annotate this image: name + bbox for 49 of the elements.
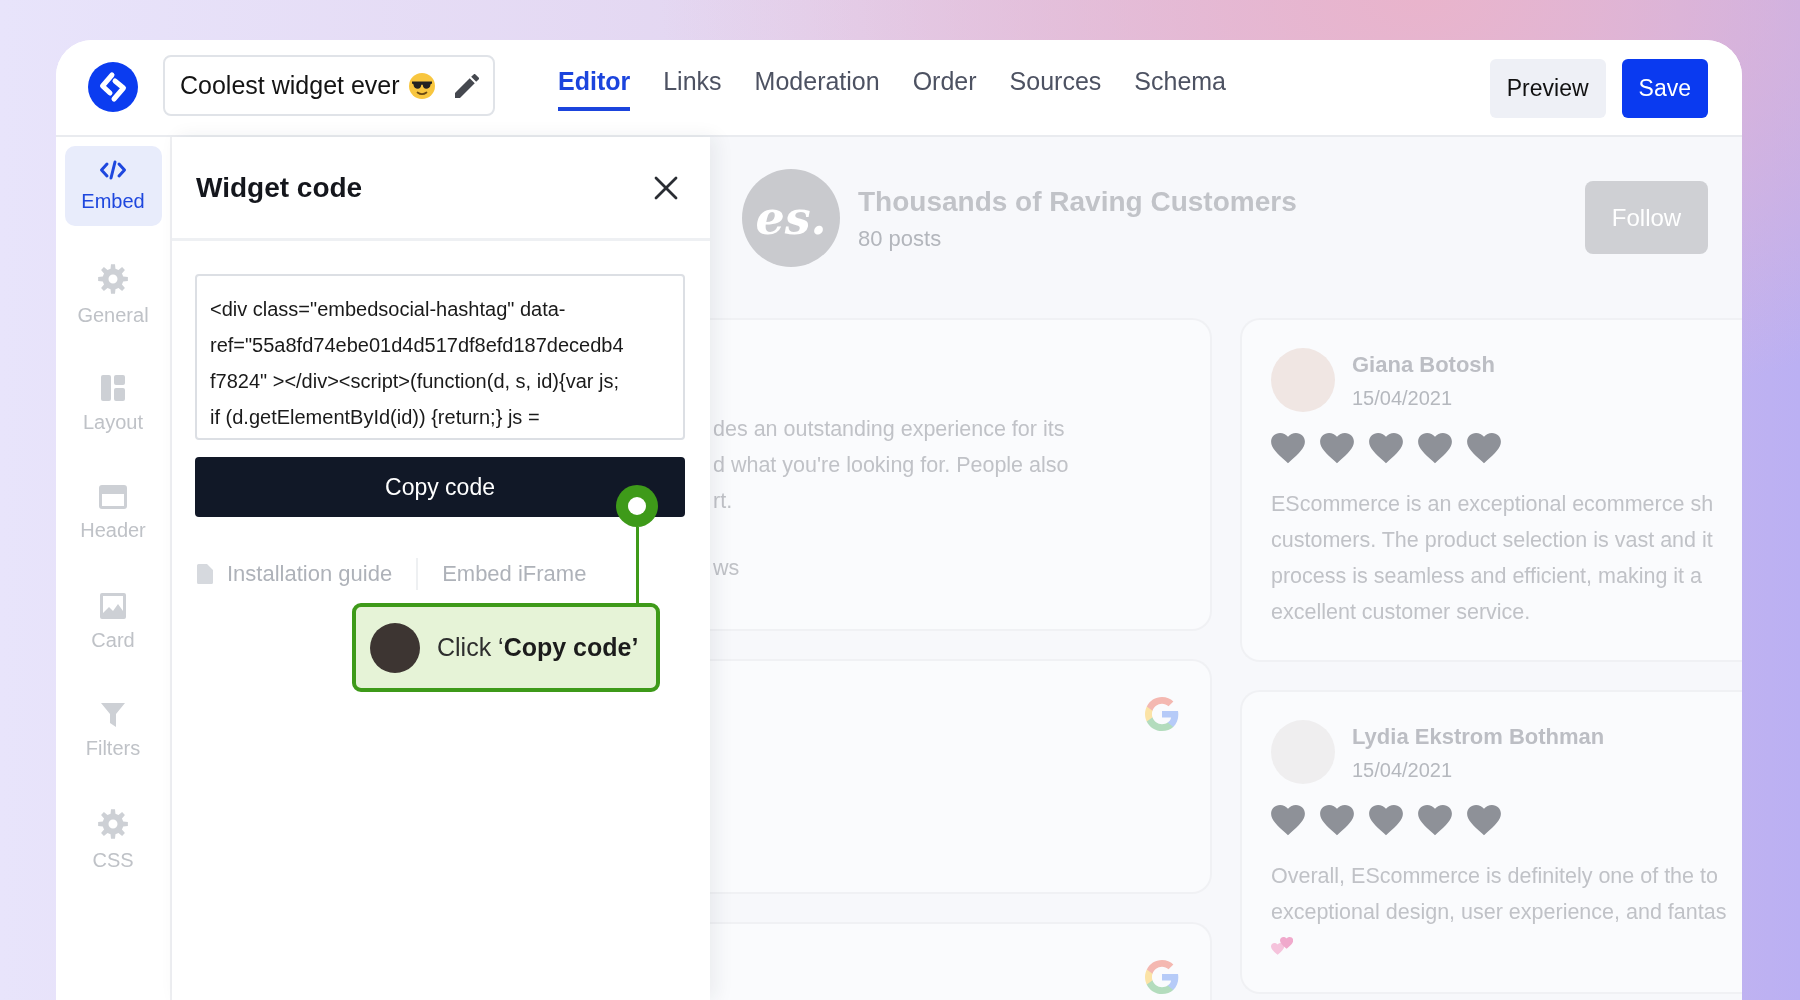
review-text: EScommerce is an exceptional ecommerce sh customers. The product selection is vast and it process is seamless and efficient, making it a excellent customer service. xyxy=(1271,491,1715,626)
heart-icon xyxy=(1467,433,1501,464)
document-icon xyxy=(197,564,213,584)
review-date: 15/04/2021 xyxy=(1352,386,1454,411)
heart-icon xyxy=(1369,805,1403,836)
app-logo[interactable] xyxy=(88,62,138,112)
tab[interactable]: Moderation xyxy=(754,66,880,111)
tab[interactable]: Order xyxy=(912,66,977,111)
funnel-icon xyxy=(101,702,125,727)
heart-icon xyxy=(1320,433,1354,464)
heart-icon xyxy=(1418,805,1452,836)
g-logo-icon xyxy=(1145,697,1179,731)
layout-icon xyxy=(101,374,125,401)
callout-text: Click ‘Copy code’ xyxy=(437,633,639,662)
sunglasses-emoji-icon xyxy=(408,72,435,99)
tab[interactable]: Sources xyxy=(1009,66,1102,111)
panel-title: Widget code xyxy=(196,171,363,204)
tab[interactable]: Links xyxy=(663,66,722,111)
tab[interactable]: Editor xyxy=(558,66,631,111)
reviewer-name: Giana Botosh xyxy=(1352,351,1495,379)
close-icon[interactable] xyxy=(654,175,678,200)
avatar xyxy=(370,622,420,673)
preview-button[interactable]: Preview xyxy=(1489,59,1606,118)
heart-icon xyxy=(1320,805,1354,836)
gear-icon xyxy=(98,808,128,839)
pencil-icon[interactable] xyxy=(455,73,479,98)
heart-icon xyxy=(1369,433,1403,464)
code-field[interactable]: <div class="embedsocial-hashtag" data- ref="55a8fd74ebe01d4d517df8efd187decedb4 f7824" ></div><script>(function(d, s, id){var js; if (d.getElementById(id)) {return;} js = xyxy=(195,274,685,440)
window-icon xyxy=(99,484,127,509)
marker-icon xyxy=(616,485,658,527)
tab[interactable]: Schema xyxy=(1134,66,1226,111)
heart-icon xyxy=(1271,805,1305,836)
post-text: des an outstanding experience for its d what you're looking for. People also rt. xyxy=(713,416,1070,515)
heart-icon xyxy=(1418,433,1452,464)
image-icon xyxy=(100,592,126,619)
reviewer-name: Lydia Ekstrom Bothman xyxy=(1352,723,1605,751)
copy-code-button[interactable]: Copy code xyxy=(195,457,685,517)
post-footer-text: ws xyxy=(713,555,741,582)
g-logo-icon xyxy=(1145,960,1179,994)
review-text: Overall, EScommerce is definitely one of the to exceptional design, user experience, and fantas xyxy=(1271,863,1728,926)
nav-item[interactable]: Embed xyxy=(64,146,162,226)
post-count: 80 posts xyxy=(858,225,943,253)
save-button[interactable]: Save xyxy=(1621,59,1708,118)
widget-name-field[interactable]: Coolest widget ever xyxy=(163,55,495,116)
heart-icon xyxy=(1271,433,1305,464)
code-icon xyxy=(99,159,127,180)
heart-icon xyxy=(1467,805,1501,836)
gear-icon xyxy=(98,263,128,294)
review-date: 15/04/2021 xyxy=(1352,758,1454,783)
